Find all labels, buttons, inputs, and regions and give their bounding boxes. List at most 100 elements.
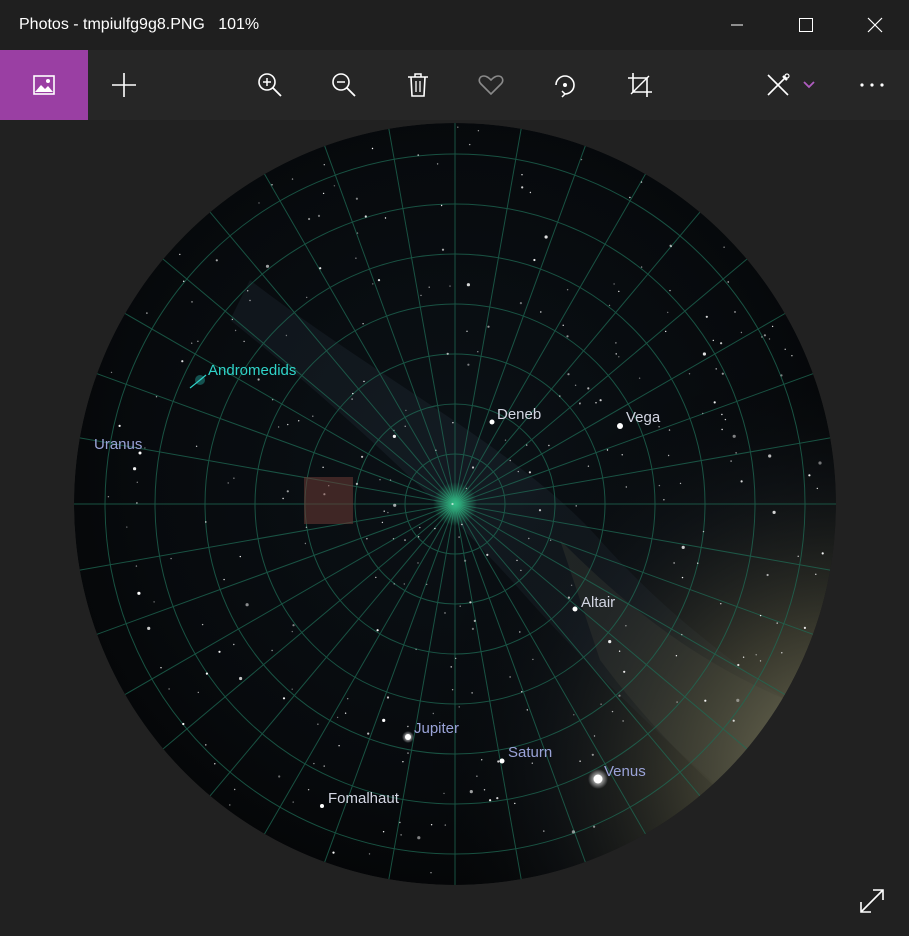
star <box>723 246 725 248</box>
star <box>153 601 155 603</box>
star <box>383 510 385 512</box>
star <box>784 348 786 350</box>
star <box>364 215 367 218</box>
star <box>407 725 409 728</box>
star <box>732 719 735 722</box>
image-viewer[interactable]: Andromedids Uranus Deneb Vega Altair Jup… <box>0 120 909 936</box>
more-button[interactable] <box>844 50 900 120</box>
star <box>404 539 406 541</box>
star <box>821 552 824 555</box>
picture-icon <box>33 75 55 95</box>
star <box>574 384 577 386</box>
star <box>147 626 151 630</box>
star <box>434 527 436 530</box>
star <box>772 510 776 514</box>
star <box>355 257 357 259</box>
star <box>376 629 379 632</box>
star <box>737 663 740 667</box>
collection-button[interactable] <box>0 50 88 120</box>
star <box>136 502 138 504</box>
zoom-out-button[interactable] <box>316 50 372 120</box>
star <box>579 403 581 405</box>
star <box>292 624 295 627</box>
edit-create-button[interactable] <box>752 50 828 120</box>
star <box>724 418 727 421</box>
star <box>667 311 669 314</box>
star <box>566 289 569 291</box>
pen-edit-icon <box>767 73 790 96</box>
star <box>344 712 347 714</box>
maximize-button[interactable] <box>771 0 840 50</box>
star <box>681 576 684 579</box>
label-venus: Venus <box>604 763 646 780</box>
star <box>766 573 769 577</box>
star <box>721 413 723 416</box>
star <box>440 204 443 207</box>
title-bar: Photos - tmpiulfg9g8.PNG 101% <box>0 0 909 50</box>
star <box>803 626 807 629</box>
star <box>600 703 602 705</box>
star <box>712 339 714 342</box>
star <box>483 789 486 791</box>
trash-icon <box>408 73 428 97</box>
star <box>562 324 564 326</box>
close-button[interactable] <box>840 0 909 50</box>
title-separator: - <box>68 16 84 33</box>
star <box>768 338 771 340</box>
star <box>481 759 483 761</box>
star <box>417 836 421 840</box>
star <box>338 745 340 747</box>
ellipsis-icon <box>860 83 884 87</box>
fullscreen-button[interactable] <box>857 886 887 916</box>
star <box>608 304 611 307</box>
star <box>514 802 516 805</box>
delete-button[interactable] <box>390 50 446 120</box>
star <box>673 562 675 564</box>
star <box>559 395 561 397</box>
star <box>640 266 643 268</box>
zoom-in-button[interactable] <box>242 50 298 120</box>
star <box>808 474 811 477</box>
label-deneb: Deneb <box>497 406 542 423</box>
star <box>402 761 404 763</box>
star <box>393 429 395 432</box>
star <box>517 470 519 473</box>
star <box>233 643 235 646</box>
star <box>606 449 609 451</box>
minimize-button[interactable] <box>702 0 771 50</box>
star <box>377 279 381 282</box>
favorite-button[interactable] <box>463 50 519 120</box>
star <box>195 445 198 447</box>
star <box>298 420 300 422</box>
star <box>476 775 478 777</box>
star <box>415 648 417 651</box>
star <box>403 583 405 585</box>
chevron-down-icon <box>803 81 815 89</box>
star <box>181 360 184 363</box>
saturn-marker <box>499 758 505 764</box>
crop-button[interactable] <box>612 50 668 120</box>
star <box>107 496 110 498</box>
star <box>336 716 339 719</box>
star <box>223 578 225 581</box>
star <box>721 372 724 375</box>
star <box>528 471 532 474</box>
star <box>593 735 596 737</box>
star <box>458 536 460 538</box>
star <box>599 399 602 402</box>
add-button[interactable] <box>96 50 152 120</box>
star <box>529 191 532 194</box>
star <box>544 235 548 239</box>
maximize-icon <box>798 18 813 32</box>
fomalhaut-marker <box>320 804 324 808</box>
zoom-level: 101% <box>218 16 260 33</box>
star <box>526 709 528 711</box>
star <box>430 872 432 874</box>
rotate-icon <box>555 75 575 98</box>
rotate-button[interactable] <box>537 50 593 120</box>
star <box>307 789 310 791</box>
star <box>521 174 523 176</box>
star <box>144 447 146 449</box>
star <box>214 763 216 765</box>
star <box>477 130 480 132</box>
